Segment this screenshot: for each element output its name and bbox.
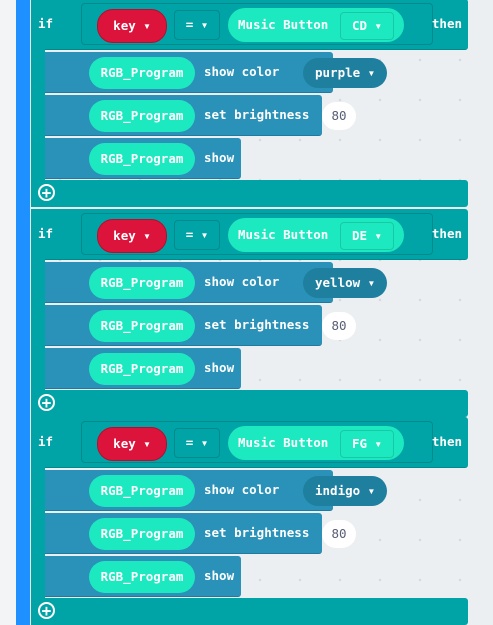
if-header: if key ▾ = ▾ Music Button CD ▾ then: [31, 0, 468, 50]
if-then-block[interactable]: if key ▾ = ▾ Music Button FG ▾ then RGB_…: [31, 417, 468, 625]
operator-dropdown[interactable]: = ▾: [174, 10, 220, 40]
comparison-condition[interactable]: key ▾ = ▾ Music Button DE ▾: [81, 213, 433, 255]
music-button-dropdown[interactable]: CD ▾: [340, 12, 394, 40]
statement-block[interactable]: RGB_Program show color yellow ▾: [45, 262, 388, 303]
music-button-label: Music Button: [238, 435, 329, 450]
rgb-program-variable[interactable]: RGB_Program: [89, 310, 195, 342]
comparison-condition[interactable]: key ▾ = ▾ Music Button CD ▾: [81, 3, 433, 45]
statement-block[interactable]: RGB_Program show: [45, 556, 241, 597]
then-label: then: [431, 434, 462, 449]
key-variable-dropdown[interactable]: key ▾: [97, 219, 167, 253]
if-footer: +: [31, 180, 468, 207]
rgb-program-variable[interactable]: RGB_Program: [89, 561, 195, 593]
rgb-program-variable[interactable]: RGB_Program: [89, 518, 195, 550]
music-button-dropdown[interactable]: FG ▾: [340, 430, 394, 458]
operator-dropdown[interactable]: = ▾: [174, 220, 220, 250]
rgb-program-variable[interactable]: RGB_Program: [89, 475, 195, 507]
if-label: if: [38, 16, 54, 31]
music-button-block[interactable]: Music Button DE ▾: [228, 218, 404, 252]
statement-block[interactable]: RGB_Program show: [45, 138, 241, 179]
statement-block[interactable]: RGB_Program show color indigo ▾: [45, 470, 388, 511]
key-variable-dropdown[interactable]: key ▾: [97, 9, 167, 43]
if-label: if: [38, 226, 54, 241]
block-c-arm: [31, 49, 45, 180]
then-label: then: [431, 226, 462, 241]
music-button-label: Music Button: [238, 227, 329, 242]
statement-block[interactable]: RGB_Program show color purple ▾: [45, 52, 388, 93]
operator-dropdown[interactable]: = ▾: [174, 428, 220, 458]
rgb-program-variable[interactable]: RGB_Program: [89, 353, 195, 385]
statement-label: set brightness: [204, 317, 310, 332]
color-dropdown[interactable]: purple ▾: [303, 58, 388, 88]
workspace-accent-bar: [16, 0, 30, 625]
statement-label: show color: [204, 274, 280, 289]
statement-label: show color: [204, 482, 280, 497]
key-variable-dropdown[interactable]: key ▾: [97, 427, 167, 461]
toolbox-edge: [0, 0, 16, 625]
if-then-block[interactable]: if key ▾ = ▾ Music Button DE ▾ then RGB_…: [31, 209, 468, 417]
rgb-program-variable[interactable]: RGB_Program: [89, 57, 195, 89]
plus-circle-icon[interactable]: +: [38, 184, 55, 201]
rgb-program-variable[interactable]: RGB_Program: [89, 100, 195, 132]
color-dropdown[interactable]: indigo ▾: [303, 476, 388, 506]
brightness-input[interactable]: 80: [322, 520, 356, 548]
plus-circle-icon[interactable]: +: [38, 394, 55, 411]
music-button-block[interactable]: Music Button CD ▾: [228, 8, 404, 42]
rgb-program-variable[interactable]: RGB_Program: [89, 267, 195, 299]
statement-block[interactable]: RGB_Program set brightness 80: [45, 513, 356, 554]
statement-block[interactable]: RGB_Program set brightness 80: [45, 95, 356, 136]
music-button-block[interactable]: Music Button FG ▾: [228, 426, 404, 460]
if-header: if key ▾ = ▾ Music Button DE ▾ then: [31, 209, 468, 260]
statement-label: set brightness: [204, 107, 310, 122]
music-button-dropdown[interactable]: DE ▾: [340, 222, 394, 250]
statement-block[interactable]: RGB_Program show: [45, 348, 241, 389]
if-footer: +: [31, 598, 468, 625]
statement-label: show color: [204, 64, 280, 79]
if-then-block[interactable]: if key ▾ = ▾ Music Button CD ▾ then RGB_…: [31, 0, 468, 207]
brightness-input[interactable]: 80: [322, 312, 356, 340]
if-footer: +: [31, 390, 468, 417]
block-c-arm: [31, 467, 45, 598]
music-button-label: Music Button: [238, 17, 329, 32]
color-dropdown[interactable]: yellow ▾: [303, 268, 388, 298]
statement-block[interactable]: RGB_Program set brightness 80: [45, 305, 356, 346]
statement-label: show: [204, 150, 235, 165]
plus-circle-icon[interactable]: +: [38, 602, 55, 619]
then-label: then: [431, 16, 462, 31]
statement-label: show: [204, 568, 235, 583]
statement-label: set brightness: [204, 525, 310, 540]
statement-label: show: [204, 360, 235, 375]
rgb-program-variable[interactable]: RGB_Program: [89, 143, 195, 175]
if-header: if key ▾ = ▾ Music Button FG ▾ then: [31, 417, 468, 468]
comparison-condition[interactable]: key ▾ = ▾ Music Button FG ▾: [81, 421, 433, 463]
brightness-input[interactable]: 80: [322, 102, 356, 130]
block-c-arm: [31, 259, 45, 390]
if-label: if: [38, 434, 54, 449]
